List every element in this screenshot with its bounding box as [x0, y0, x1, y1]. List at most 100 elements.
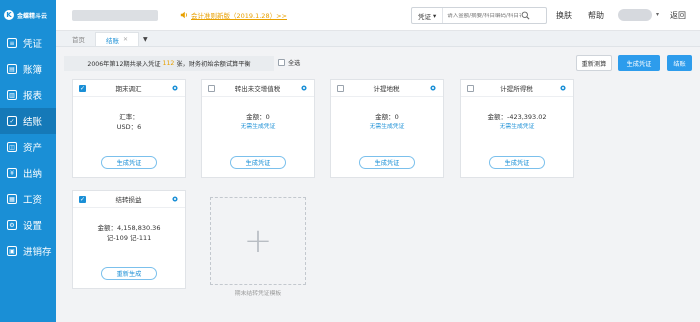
checkout-icon: ✓ — [7, 116, 17, 126]
card-generate-button[interactable]: 生成凭证 — [489, 156, 545, 169]
card-sub: 无需生成凭证 — [369, 124, 405, 130]
skin-link[interactable]: 换肤 — [556, 10, 572, 21]
card-title: 转出未交增值税 — [234, 85, 281, 93]
sidebar-item-cashier[interactable]: ¥ 出纳 — [0, 160, 56, 186]
speaker-icon — [180, 11, 187, 19]
card-title: 计提地税 — [373, 85, 400, 93]
select-all-label: 全选 — [288, 60, 301, 67]
sidebar-item-asset[interactable]: ◫ 资产 — [0, 134, 56, 160]
sidebar-item-settings[interactable]: ⚙ 设置 — [0, 212, 56, 238]
card-body: 金额：4,158,830.36 记-109 记-111 — [73, 223, 185, 243]
add-template-card[interactable]: + — [210, 197, 306, 285]
card-checkbox[interactable]: ✓ — [79, 84, 86, 92]
sidebar: K 金蝶精斗云 ≡ 凭证 ▤ 账簿 ▥ 报表 ✓ 结账 ◫ 资产 ¥ 出纳 ▦ … — [0, 0, 56, 322]
search-box: 凭证 ▾ — [411, 7, 547, 24]
chevron-down-icon[interactable]: ▾ — [656, 11, 659, 18]
search-input[interactable] — [443, 12, 522, 19]
card-line: 金额：0 — [246, 113, 270, 121]
company-name-redacted[interactable] — [72, 9, 158, 21]
card-title: 期末调汇 — [115, 85, 142, 93]
help-link[interactable]: 帮助 — [588, 10, 604, 21]
sidebar-item-report[interactable]: ▥ 报表 — [0, 82, 56, 108]
gear-icon[interactable] — [171, 195, 179, 203]
card-period-end-exchange: ✓ 期末调汇 汇率： USD：6 生成凭证 — [72, 79, 186, 178]
voucher-count: 112 — [162, 60, 175, 67]
card-sub: 无需生成凭证 — [240, 124, 276, 130]
voucher-icon: ≡ — [7, 38, 17, 48]
back-link[interactable]: 返回 — [670, 10, 686, 21]
add-template-label: 期末结转凭证模板 — [234, 291, 282, 297]
tab-label: 首页 — [72, 36, 85, 44]
card-line: 汇率： — [119, 113, 139, 121]
chevron-down-icon: ▾ — [433, 11, 437, 20]
notice-link[interactable]: 会计准则新版（2019.1.28）>> — [180, 10, 287, 20]
sidebar-item-label: 工资 — [23, 195, 43, 206]
asset-icon: ◫ — [7, 142, 17, 152]
card-local-tax: 计提地税 金额：0 无需生成凭证 生成凭证 — [330, 79, 444, 178]
tab-bar: 首页 结账 ✕ ▼ — [56, 31, 700, 47]
notice-text: 会计准则新版（2019.1.28）>> — [191, 12, 287, 20]
card-header: 计提地税 — [331, 80, 443, 97]
user-avatar-redacted[interactable] — [618, 9, 652, 21]
sidebar-item-label: 凭证 — [23, 39, 43, 50]
checkbox-icon — [278, 59, 285, 66]
cashier-icon: ¥ — [7, 168, 17, 178]
card-sub: 无需生成凭证 — [499, 124, 535, 130]
gear-icon[interactable] — [429, 84, 437, 92]
salary-icon: ▦ — [7, 194, 17, 204]
card-generate-button[interactable]: 生成凭证 — [230, 156, 286, 169]
top-header: 会计准则新版（2019.1.28）>> 凭证 ▾ 换肤 帮助 ▾ 返回 — [56, 0, 700, 31]
sidebar-item-label: 资产 — [23, 143, 43, 154]
tab-home[interactable]: 首页 — [62, 32, 95, 46]
app-logo[interactable]: K 金蝶精斗云 — [0, 0, 56, 30]
sidebar-item-label: 出纳 — [23, 169, 43, 180]
sidebar-item-inventory[interactable]: ▣ 进销存 — [0, 238, 56, 264]
report-icon: ▥ — [7, 90, 17, 100]
summary-suffix: 张，财务初始余额试算平衡 — [176, 61, 251, 68]
card-line: 记-109 记-111 — [106, 234, 152, 242]
sidebar-item-checkout[interactable]: ✓ 结账 — [0, 108, 56, 134]
logo-text: 金蝶精斗云 — [17, 12, 48, 20]
select-all-checkbox[interactable]: 全选 — [278, 58, 300, 67]
card-body: 汇率： USD：6 — [73, 112, 185, 132]
ledger-icon: ▤ — [7, 64, 17, 74]
sidebar-item-salary[interactable]: ▦ 工资 — [0, 186, 56, 212]
card-checkbox[interactable] — [337, 84, 344, 92]
settings-icon: ⚙ — [7, 220, 17, 230]
sidebar-item-label: 结账 — [23, 117, 43, 128]
close-icon[interactable]: ✕ — [123, 36, 128, 43]
search-icon[interactable] — [521, 11, 530, 20]
summary-prefix: 2006年第12期共录入凭证 — [87, 61, 161, 68]
gear-icon[interactable] — [300, 84, 308, 92]
card-body: 金额：-423,393.02 无需生成凭证 — [461, 112, 573, 132]
sidebar-item-ledger[interactable]: ▤ 账簿 — [0, 56, 56, 82]
card-profit-loss-transfer: ✓ 结转损益 金额：4,158,830.36 记-109 记-111 重新生成 — [72, 190, 186, 289]
card-generate-button[interactable]: 生成凭证 — [101, 156, 157, 169]
card-line: 金额：4,158,830.36 — [97, 224, 161, 232]
search-type-select[interactable]: 凭证 ▾ — [412, 8, 444, 23]
card-header: 转出未交增值税 — [202, 80, 314, 97]
checkout-button[interactable]: 结账 — [667, 55, 692, 71]
generate-voucher-button[interactable]: 生成凭证 — [618, 55, 660, 71]
card-header: ✓ 期末调汇 — [73, 80, 185, 97]
sidebar-item-label: 报表 — [23, 91, 43, 102]
gear-icon[interactable] — [559, 84, 567, 92]
sidebar-item-label: 账簿 — [23, 65, 43, 76]
card-regenerate-button[interactable]: 重新生成 — [101, 267, 157, 280]
sidebar-item-label: 进销存 — [23, 247, 52, 258]
card-checkbox[interactable] — [467, 84, 474, 92]
card-transfer-vat: 转出未交增值税 金额：0 无需生成凭证 生成凭证 — [201, 79, 315, 178]
recalculate-button[interactable]: 重新测算 — [576, 55, 612, 71]
card-line: USD：6 — [116, 123, 142, 131]
main-content: 2006年第12期共录入凭证 112 张，财务初始余额试算平衡 全选 重新测算 … — [56, 48, 700, 322]
search-type-label: 凭证 — [418, 12, 431, 21]
card-checkbox[interactable] — [208, 84, 215, 92]
card-body: 金额：0 无需生成凭证 — [202, 112, 314, 132]
tab-menu-caret-icon[interactable]: ▼ — [143, 36, 148, 43]
card-line: 金额：0 — [375, 113, 399, 121]
gear-icon[interactable] — [171, 84, 179, 92]
sidebar-item-voucher[interactable]: ≡ 凭证 — [0, 30, 56, 56]
card-generate-button[interactable]: 生成凭证 — [359, 156, 415, 169]
card-checkbox[interactable]: ✓ — [79, 195, 86, 203]
tab-checkout[interactable]: 结账 ✕ — [95, 32, 140, 46]
